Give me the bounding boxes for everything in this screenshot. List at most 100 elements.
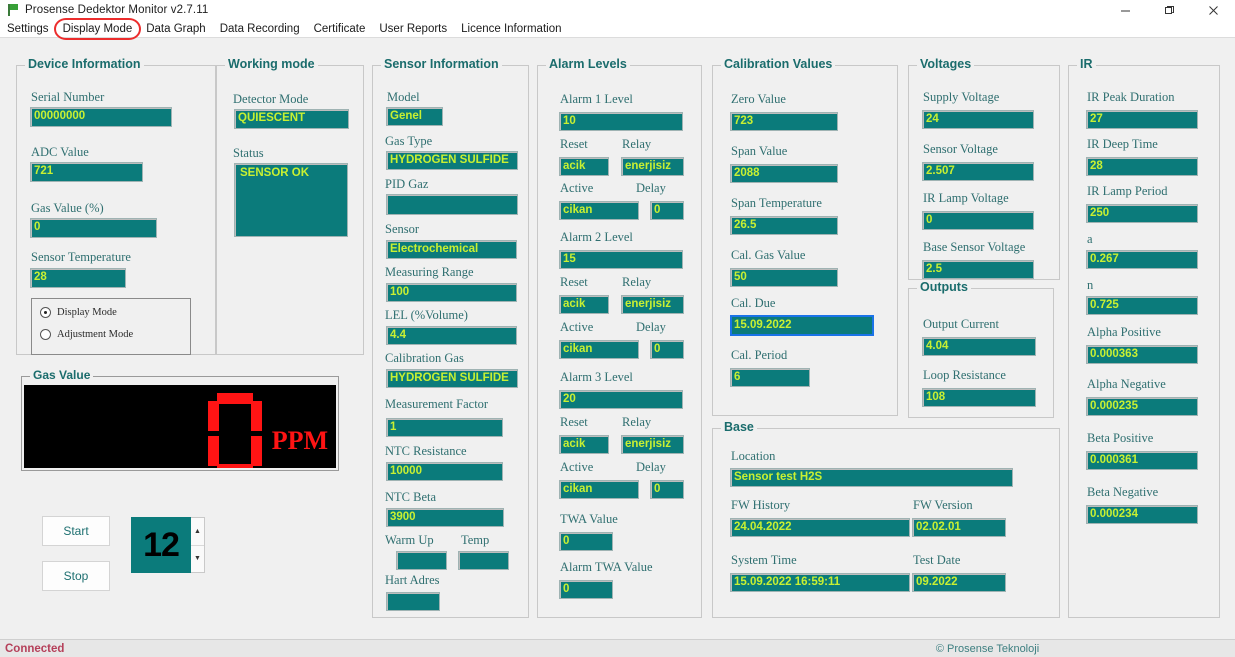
value-stepper-value[interactable]: 12 <box>131 517 191 573</box>
gas-type-label: Gas Type <box>385 134 432 149</box>
menu-item-settings[interactable]: Settings <box>0 22 56 36</box>
maximize-button[interactable] <box>1147 0 1191 20</box>
lel-field[interactable]: 4.4 <box>387 327 516 344</box>
sensor-voltage-field[interactable]: 2.507 <box>923 163 1033 180</box>
zero-value-field[interactable]: 723 <box>731 113 837 130</box>
alarm1-relay-field[interactable]: enerjisiz <box>622 158 683 175</box>
menu-item-licence-information[interactable]: Licence Information <box>454 22 568 36</box>
alarm-twa-value-field[interactable]: 0 <box>560 581 612 598</box>
stop-button[interactable]: Stop <box>42 561 110 591</box>
alpha-negative-field[interactable]: 0.000235 <box>1087 398 1197 415</box>
beta-positive-field[interactable]: 0.000361 <box>1087 452 1197 469</box>
radio-display-mode[interactable]: Display Mode <box>40 307 117 318</box>
gas-type-field[interactable]: HYDROGEN SULFIDE <box>387 152 517 169</box>
model-field[interactable]: Genel <box>387 108 442 125</box>
menu-item-data-graph[interactable]: Data Graph <box>139 22 212 36</box>
measurement-factor-field[interactable]: 1 <box>387 419 502 436</box>
ir-panel: IR IR Peak Duration 27 IR Deep Time 28 I… <box>1068 65 1220 618</box>
menu-item-certificate[interactable]: Certificate <box>307 22 373 36</box>
cal-due-field[interactable]: 15.09.2022 <box>731 316 873 335</box>
sensor-voltage-label: Sensor Voltage <box>923 142 998 157</box>
system-time-field[interactable]: 15.09.2022 16:59:11 <box>731 574 909 591</box>
value-stepper-down-button[interactable]: ▼ <box>191 546 204 573</box>
minimize-button[interactable] <box>1103 0 1147 20</box>
pid-gaz-field[interactable] <box>387 195 517 214</box>
output-current-field[interactable]: 4.04 <box>923 338 1035 355</box>
radio-adjustment-mode[interactable]: Adjustment Mode <box>40 329 133 340</box>
alarm3-relay-field[interactable]: enerjisiz <box>622 436 683 453</box>
supply-voltage-field[interactable]: 24 <box>923 111 1033 128</box>
ir-deep-time-field[interactable]: 28 <box>1087 158 1197 175</box>
alarm3-active-field[interactable]: cikan <box>560 481 638 498</box>
value-stepper[interactable]: 12 ▲ ▼ <box>131 517 205 573</box>
alarm2-delay-field[interactable]: 0 <box>651 341 683 358</box>
span-temperature-field[interactable]: 26.5 <box>731 217 837 234</box>
twa-value-field[interactable]: 0 <box>560 533 612 550</box>
sensor-temperature-field[interactable]: 28 <box>31 269 125 287</box>
beta-positive-label: Beta Positive <box>1087 431 1153 446</box>
span-value-label: Span Value <box>731 144 787 159</box>
test-date-field[interactable]: 09.2022 <box>913 574 1005 591</box>
alarm3-reset-field[interactable]: acik <box>560 436 608 453</box>
ir-a-field[interactable]: 0.267 <box>1087 251 1197 268</box>
warm-up-field[interactable] <box>397 552 446 569</box>
ir-lamp-voltage-field[interactable]: 0 <box>923 212 1033 229</box>
span-value-field[interactable]: 2088 <box>731 165 837 182</box>
cal-period-field[interactable]: 6 <box>731 369 809 386</box>
base-sensor-voltage-field[interactable]: 2.5 <box>923 261 1033 278</box>
temp-label: Temp <box>461 533 489 548</box>
sensor-information-panel: Sensor Information Model Genel Gas Type … <box>372 65 529 618</box>
ntc-resistance-field[interactable]: 10000 <box>387 463 502 480</box>
alarm1-level-field[interactable]: 10 <box>560 113 682 130</box>
loop-resistance-field[interactable]: 108 <box>923 389 1035 406</box>
alarm2-active-field[interactable]: cikan <box>560 341 638 358</box>
alarm1-active-field[interactable]: cikan <box>560 202 638 219</box>
base-sensor-voltage-label: Base Sensor Voltage <box>923 240 1025 255</box>
alarm1-level-label: Alarm 1 Level <box>560 92 633 107</box>
sensor-field[interactable]: Electrochemical <box>387 241 516 258</box>
start-button[interactable]: Start <box>42 516 110 546</box>
serial-number-field[interactable]: 00000000 <box>31 108 171 126</box>
alpha-positive-field[interactable]: 0.000363 <box>1087 346 1197 363</box>
calibration-gas-label: Calibration Gas <box>385 351 464 366</box>
menu-item-data-recording[interactable]: Data Recording <box>213 22 307 36</box>
radio-display-mode-label: Display Mode <box>57 307 117 318</box>
alarm2-level-field[interactable]: 15 <box>560 251 682 268</box>
value-stepper-up-button[interactable]: ▲ <box>191 518 204 546</box>
hart-adres-field[interactable] <box>387 593 439 610</box>
measuring-range-field[interactable]: 100 <box>387 284 516 301</box>
alarm3-level-label: Alarm 3 Level <box>560 370 633 385</box>
menu-bar: Settings Display Mode Data Graph Data Re… <box>0 20 1235 38</box>
working-mode-panel: Working mode Detector Mode QUIESCENT Sta… <box>216 65 364 355</box>
close-button[interactable] <box>1191 0 1235 20</box>
beta-negative-field[interactable]: 0.000234 <box>1087 506 1197 523</box>
menu-item-display-mode[interactable]: Display Mode <box>56 22 140 36</box>
alarm1-delay-field[interactable]: 0 <box>651 202 683 219</box>
alarm3-level-field[interactable]: 20 <box>560 391 682 408</box>
ir-lamp-period-field[interactable]: 250 <box>1087 205 1197 222</box>
alarm2-reset-field[interactable]: acik <box>560 296 608 313</box>
model-label: Model <box>387 90 420 105</box>
status-field[interactable]: SENSOR OK <box>235 164 347 236</box>
ntc-beta-field[interactable]: 3900 <box>387 509 503 526</box>
menu-item-user-reports[interactable]: User Reports <box>372 22 454 36</box>
alarm2-level-label: Alarm 2 Level <box>560 230 633 245</box>
location-field[interactable]: Sensor test H2S <box>731 469 1012 486</box>
calibration-gas-field[interactable]: HYDROGEN SULFIDE <box>387 370 517 387</box>
led-unit-label: PPM <box>272 426 328 456</box>
test-date-label: Test Date <box>913 553 960 568</box>
alarm1-reset-field[interactable]: acik <box>560 158 608 175</box>
ir-peak-duration-field[interactable]: 27 <box>1087 111 1197 128</box>
gas-value-percent-field[interactable]: 0 <box>31 219 156 237</box>
ir-title: IR <box>1077 57 1096 71</box>
cal-gas-value-field[interactable]: 50 <box>731 269 837 286</box>
detector-mode-field[interactable]: QUIESCENT <box>235 110 348 128</box>
ir-n-field[interactable]: 0.725 <box>1087 297 1197 314</box>
measurement-factor-label: Measurement Factor <box>385 397 488 412</box>
fw-version-field[interactable]: 02.02.01 <box>913 519 1005 536</box>
alarm3-delay-field[interactable]: 0 <box>651 481 683 498</box>
temp-field[interactable] <box>459 552 508 569</box>
alarm2-relay-field[interactable]: enerjisiz <box>622 296 683 313</box>
fw-history-field[interactable]: 24.04.2022 <box>731 519 909 536</box>
adc-value-field[interactable]: 721 <box>31 163 142 181</box>
